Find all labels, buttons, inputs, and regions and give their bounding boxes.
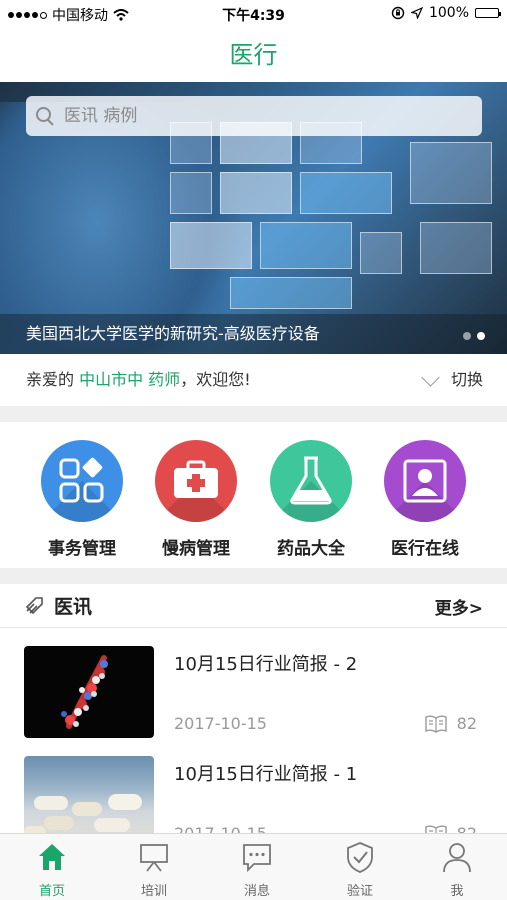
news-view-count: 82 xyxy=(456,714,477,733)
chevron-down-icon xyxy=(421,367,440,387)
welcome-suffix: ，欢迎您! xyxy=(180,370,251,389)
orientation-lock-icon xyxy=(391,6,405,20)
news-section-title: 医讯 xyxy=(54,596,93,618)
tab-messages[interactable]: 消息 xyxy=(217,840,297,899)
news-date: 2017-10-15 xyxy=(174,824,267,833)
switch-label: 切换 xyxy=(450,370,483,389)
tab-label: 消息 xyxy=(243,884,270,899)
flask-icon xyxy=(270,440,352,522)
service-label: 医行在线 xyxy=(391,539,459,559)
welcome-text: 亲爱的 中山市中 药师，欢迎您! xyxy=(26,354,251,406)
banner-caption: 美国西北大学医学的新研究-高级医疗设备 xyxy=(0,314,507,354)
battery-percent: 100% xyxy=(428,5,469,21)
search-bar[interactable] xyxy=(26,96,482,136)
chat-bubble-icon xyxy=(243,844,271,873)
tab-bar: 首页 培训 消息 验证 我 xyxy=(0,833,507,900)
presentation-board-icon xyxy=(140,844,168,872)
grid-apps-icon xyxy=(41,440,123,522)
status-bar: 中国移动 下午4:39 100% xyxy=(0,0,507,28)
tab-label: 我 xyxy=(450,884,464,899)
pills-image xyxy=(24,756,154,833)
banner-pager[interactable] xyxy=(463,332,485,340)
hero-banner[interactable]: 美国西北大学医学的新研究-高级医疗设备 xyxy=(0,82,507,354)
medical-tiles-graphic xyxy=(170,122,500,322)
news-item[interactable]: 10月15日行业简报 - 2 2017-10-15 82 xyxy=(0,628,507,738)
molecule-image xyxy=(24,646,154,738)
book-open-icon xyxy=(424,715,447,733)
news-item[interactable]: 10月15日行业简报 - 1 2017-10-15 82 xyxy=(0,738,507,833)
contact-card-icon xyxy=(384,440,466,522)
tab-label: 验证 xyxy=(346,884,373,899)
news-section-header: 医讯 更多> xyxy=(0,584,507,628)
services-grid: 事务管理 慢病管理 药品大全 医行在线 xyxy=(0,422,507,568)
tab-label: 首页 xyxy=(38,884,65,899)
news-list: 10月15日行业简报 - 2 2017-10-15 82 10月15日行业简报 … xyxy=(0,628,507,833)
news-views: 82 xyxy=(424,824,477,833)
location-arrow-icon xyxy=(410,7,423,19)
news-more-link[interactable]: 更多> xyxy=(435,594,483,619)
battery-icon xyxy=(475,8,501,18)
tab-training[interactable]: 培训 xyxy=(114,840,194,899)
service-label: 慢病管理 xyxy=(162,539,230,559)
tab-home[interactable]: 首页 xyxy=(12,840,92,899)
service-affairs-management[interactable]: 事务管理 xyxy=(27,440,137,559)
user-name: 中山市中 药师 xyxy=(79,370,181,389)
news-title: 10月15日行业简报 - 1 xyxy=(174,764,358,785)
user-profile-icon xyxy=(443,843,471,873)
search-icon xyxy=(34,105,56,127)
news-tag-icon xyxy=(25,597,43,615)
pager-dot-active[interactable] xyxy=(477,332,485,340)
home-icon xyxy=(39,844,65,870)
service-chronic-disease[interactable]: 慢病管理 xyxy=(141,440,251,559)
page-title: 医行 xyxy=(229,41,278,69)
welcome-prefix: 亲爱的 xyxy=(26,370,80,389)
service-label: 事务管理 xyxy=(48,539,116,559)
book-open-icon xyxy=(424,825,447,833)
switch-button[interactable]: 切换 xyxy=(421,354,483,406)
news-title: 10月15日行业简报 - 2 xyxy=(174,654,358,675)
tab-verify[interactable]: 验证 xyxy=(320,840,400,899)
service-online[interactable]: 医行在线 xyxy=(370,440,480,559)
news-date: 2017-10-15 xyxy=(174,714,267,733)
tab-label: 培训 xyxy=(140,884,167,899)
welcome-bar: 亲爱的 中山市中 药师，欢迎您! 切换 xyxy=(0,354,507,406)
status-right: 100% xyxy=(391,5,501,21)
pager-dot[interactable] xyxy=(463,332,471,340)
service-label: 药品大全 xyxy=(277,539,345,559)
shield-check-icon xyxy=(347,842,373,873)
news-views: 82 xyxy=(424,714,477,733)
service-drug-encyclopedia[interactable]: 药品大全 xyxy=(256,440,366,559)
news-view-count: 82 xyxy=(457,824,477,833)
medical-kit-icon xyxy=(155,440,237,522)
search-input[interactable] xyxy=(62,105,466,127)
tab-me[interactable]: 我 xyxy=(417,840,497,899)
navbar: 医行 xyxy=(0,28,507,82)
